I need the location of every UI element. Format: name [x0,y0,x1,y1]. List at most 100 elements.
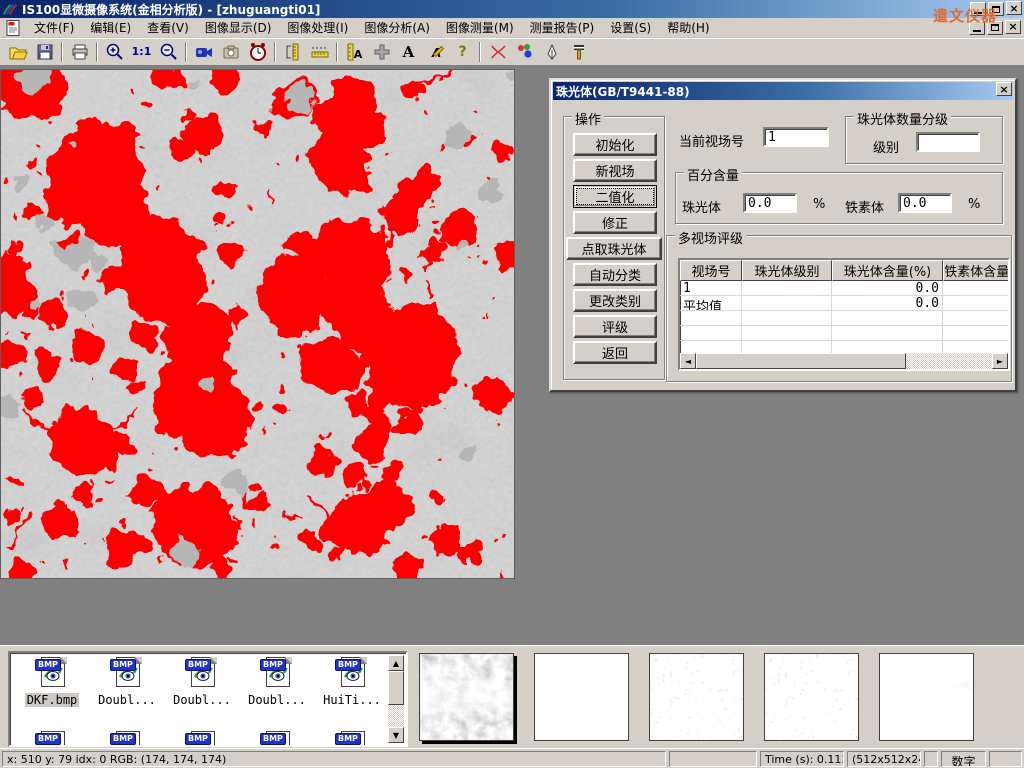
file-item[interactable]: BMP Doubl... [91,657,163,707]
status-empty-2 [924,751,938,767]
pen-tool-button[interactable] [538,40,565,64]
zoom-in-button[interactable] [101,40,128,64]
scroll-up-icon[interactable]: ▲ [388,655,404,671]
file-item[interactable]: BMP [316,731,388,747]
menu-settings[interactable]: 设置(S) [602,17,659,38]
child-restore-button[interactable] [987,21,1003,35]
thumbnail-4[interactable] [764,653,859,741]
file-item[interactable]: BMP [16,731,88,747]
return-button[interactable]: 返回 [573,341,657,364]
micrograph-image[interactable] [0,69,515,579]
thumbnail-1[interactable] [419,653,514,741]
file-name[interactable]: Doubl... [246,693,308,707]
measure-label-button[interactable]: A [341,40,368,64]
table-row-empty [680,311,1008,326]
vscroll-thumb[interactable] [388,671,404,705]
rate-button[interactable]: 评级 [573,315,657,338]
cell-field-no: 平均值 [680,296,742,310]
table-header-row: 视场号 珠光体级别 珠光体含量(%) 铁素体含量(%) [680,260,1008,281]
toolbar: 1:1 A A A ? [0,38,1024,66]
hscroll-thumb[interactable] [696,353,906,369]
file-item[interactable]: BMP [241,731,313,747]
child-close-button[interactable]: × [1005,20,1021,34]
file-name[interactable]: HuiTi... [321,693,383,707]
binarize-button[interactable]: 二值化 [573,185,657,208]
curve-tool-button[interactable] [484,40,511,64]
file-browser: BMP DKF.bmp BMP Doubl... BMP Doubl... BM… [8,651,408,747]
video-capture-button[interactable] [190,40,217,64]
file-item[interactable]: BMP [166,731,238,747]
scroll-left-icon[interactable]: ◄ [680,353,696,369]
file-item[interactable]: BMP Doubl... [166,657,238,707]
menu-image-measure[interactable]: 图像测量(M) [438,17,522,38]
file-name[interactable]: Doubl... [96,693,158,707]
document-icon[interactable] [4,19,22,37]
timer-button[interactable] [244,40,271,64]
pick-pearlite-button[interactable]: 点取珠光体 [566,237,662,260]
pearlite-input[interactable] [743,193,797,213]
col-pearlite-content: 珠光体含量(%) [832,260,943,281]
file-item[interactable]: BMP DKF.bmp [16,657,88,707]
auto-classify-button[interactable]: 自动分类 [573,263,657,286]
correct-button[interactable]: 修正 [573,211,657,234]
init-button[interactable]: 初始化 [573,133,657,156]
menu-help[interactable]: 帮助(H) [659,17,717,38]
file-vscrollbar[interactable]: ▲ ▼ [388,655,404,743]
file-item[interactable]: BMP [91,731,163,747]
change-class-button[interactable]: 更改类别 [573,289,657,312]
grade-input[interactable] [916,132,980,152]
text-button[interactable]: A [395,40,422,64]
menu-image-analysis[interactable]: 图像分析(A) [356,17,438,38]
new-field-button[interactable]: 新视场 [573,159,657,182]
restore-button[interactable] [988,2,1004,16]
current-field-input[interactable] [763,127,829,147]
close-button[interactable]: × [1006,1,1022,15]
dialog-close-button[interactable]: × [996,82,1012,96]
cell-grade [742,296,832,310]
file-name[interactable]: Doubl... [171,693,233,707]
camera-capture-button[interactable] [217,40,244,64]
menu-bar: 文件(F) 编辑(E) 查看(V) 图像显示(D) 图像处理(I) 图像分析(A… [0,18,1024,38]
table-hscrollbar[interactable]: ◄ ► [680,353,1008,369]
ruler-button[interactable] [306,40,333,64]
table-row[interactable]: 平均值 0.0 [680,296,1008,311]
pearlite-percent-sign: % [813,197,825,212]
cell-content: 0.0 [832,281,943,295]
scroll-right-icon[interactable]: ► [992,353,1008,369]
menu-file[interactable]: 文件(F) [26,17,82,38]
menu-view[interactable]: 查看(V) [139,17,197,38]
grade-group-label: 珠光体数量分级 [854,109,951,128]
table-row[interactable]: 1 0.0 [680,281,1008,296]
ferrite-input[interactable] [898,193,952,213]
caliper-button[interactable] [279,40,306,64]
file-item[interactable]: BMP HuiTi... [316,657,388,707]
menu-edit[interactable]: 编辑(E) [82,17,139,38]
minimize-button[interactable] [970,2,986,16]
menu-image-process[interactable]: 图像处理(I) [279,17,356,38]
help-button[interactable]: ? [449,40,476,64]
scroll-down-icon[interactable]: ▼ [388,727,404,743]
classify-dots-button[interactable] [511,40,538,64]
bmp-file-icon: BMP [110,657,144,689]
thumbnail-3[interactable] [649,653,744,741]
menu-image-display[interactable]: 图像显示(D) [197,17,280,38]
dialog-title-bar[interactable]: 珠光体(GB/T9441-88) [553,82,1013,100]
thumbnail-2[interactable] [534,653,629,741]
open-file-button[interactable] [4,40,31,64]
toolbar-separator [274,42,276,62]
table-row-empty [680,326,1008,341]
child-minimize-button[interactable] [969,21,985,35]
thumbnail-5[interactable] [879,653,974,741]
brush-tool-button[interactable] [565,40,592,64]
status-time: Time (s): 0.113 [760,751,844,767]
file-item[interactable]: BMP Doubl... [241,657,313,707]
print-button[interactable] [66,40,93,64]
menu-measure-report[interactable]: 测量报告(P) [522,17,603,38]
actual-size-button[interactable]: 1:1 [128,40,155,64]
zoom-out-button[interactable] [155,40,182,64]
annotate-button[interactable]: A [422,40,449,64]
grid-button[interactable] [368,40,395,64]
grade-label: 级别 [873,137,899,156]
file-name[interactable]: DKF.bmp [25,693,80,707]
save-button[interactable] [31,40,58,64]
